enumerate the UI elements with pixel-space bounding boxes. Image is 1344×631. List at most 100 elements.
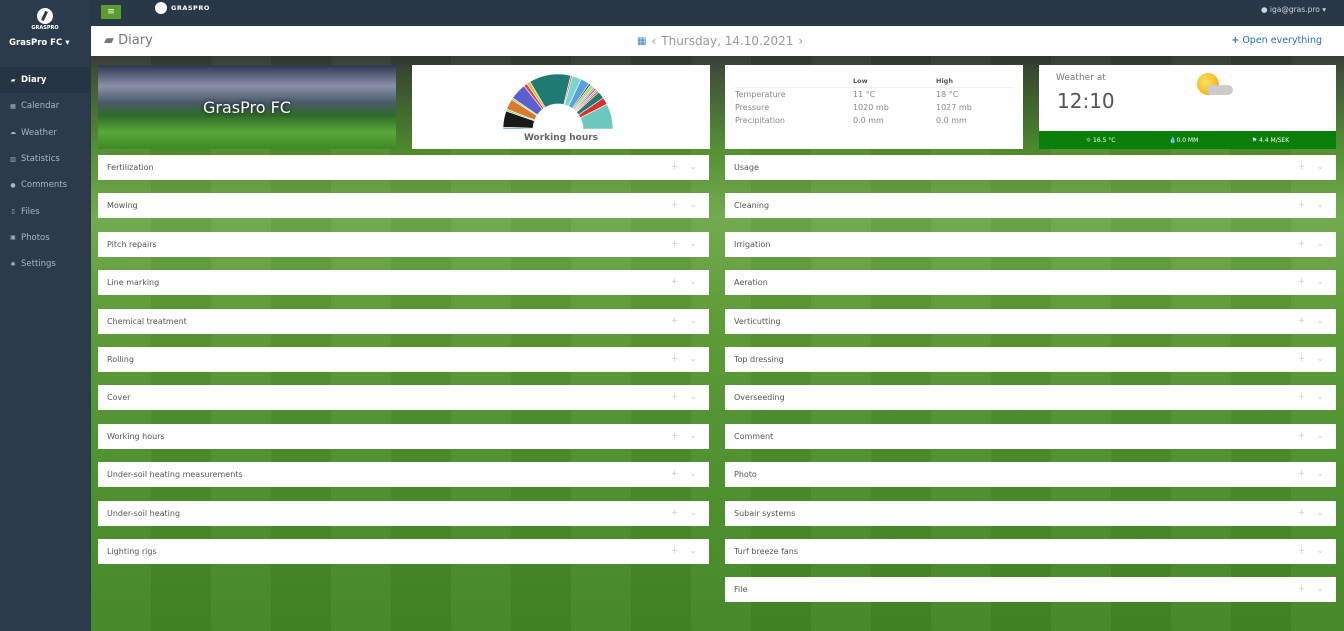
sidebar-item-weather[interactable]: ☁ Weather bbox=[0, 120, 90, 146]
next-day-button[interactable]: › bbox=[798, 34, 803, 48]
open-everything-button[interactable]: + Open everything bbox=[1231, 35, 1322, 46]
chevron-down-icon[interactable]: ⌄ bbox=[1316, 508, 1324, 518]
add-icon[interactable]: + bbox=[1298, 162, 1306, 172]
panel-under-soil-heating[interactable]: Under-soil heating + ⌄ bbox=[98, 500, 709, 526]
calendar-icon[interactable]: ▦ bbox=[637, 36, 646, 47]
user-menu[interactable]: ● iga@gras.pro ▾ bbox=[1261, 5, 1326, 14]
add-icon[interactable]: + bbox=[671, 431, 679, 441]
add-icon[interactable]: + bbox=[671, 277, 679, 287]
chevron-down-icon[interactable]: ⌄ bbox=[1316, 239, 1324, 249]
chevron-down-icon[interactable]: ⌄ bbox=[1316, 584, 1324, 594]
chevron-down-icon[interactable]: ⌄ bbox=[1316, 277, 1324, 287]
weather-time: 12:10 bbox=[1057, 89, 1115, 113]
temperature-stat: ☼ 16.5 °C bbox=[1085, 136, 1116, 144]
panel-working-hours[interactable]: Working hours + ⌄ bbox=[98, 423, 709, 449]
table-row: Precipitation 0.0 mm 0.0 mm bbox=[735, 116, 967, 125]
panel-overseeding[interactable]: Overseeding + ⌄ bbox=[725, 385, 1336, 411]
panel-pitch-repairs[interactable]: Pitch repairs + ⌄ bbox=[98, 231, 709, 257]
chevron-down-icon[interactable]: ⌄ bbox=[1316, 392, 1324, 402]
chevron-down-icon[interactable]: ⌄ bbox=[689, 392, 697, 402]
panel-turf-breeze-fans[interactable]: Turf breeze fans + ⌄ bbox=[725, 539, 1336, 564]
calendar-icon: ▦ bbox=[10, 102, 16, 110]
current-date[interactable]: Thursday, 14.10.2021 bbox=[661, 34, 793, 48]
add-icon[interactable]: + bbox=[671, 546, 679, 556]
panel-line-marking[interactable]: Line marking + ⌄ bbox=[98, 270, 709, 296]
chevron-down-icon[interactable]: ⌄ bbox=[689, 162, 697, 172]
panel-aeration[interactable]: Aeration + ⌄ bbox=[725, 270, 1336, 296]
add-icon[interactable]: + bbox=[1298, 354, 1306, 364]
panel-under-soil-heating-measurements[interactable]: Under-soil heating measurements + ⌄ bbox=[98, 462, 709, 488]
panel-lighting-rigs[interactable]: Lighting rigs + ⌄ bbox=[98, 539, 709, 564]
table-row: Temperature 11 °C 18 °C bbox=[735, 90, 959, 99]
add-icon[interactable]: + bbox=[1298, 277, 1306, 287]
add-icon[interactable]: + bbox=[1298, 316, 1306, 326]
add-icon[interactable]: + bbox=[671, 200, 679, 210]
add-icon[interactable]: + bbox=[1298, 584, 1306, 594]
panel-chemical-treatment[interactable]: Chemical treatment + ⌄ bbox=[98, 308, 709, 334]
panel-verticutting[interactable]: Verticutting + ⌄ bbox=[725, 308, 1336, 334]
panel-cover[interactable]: Cover + ⌄ bbox=[98, 385, 709, 411]
club-selector[interactable]: GrasPro FC ▾ bbox=[9, 38, 69, 48]
panel-file[interactable]: File + ⌄ bbox=[725, 577, 1336, 603]
panel-subair-systems[interactable]: Subair systems + ⌄ bbox=[725, 500, 1336, 526]
add-icon[interactable]: + bbox=[1298, 469, 1306, 479]
gear-icon: ✱ bbox=[10, 260, 16, 268]
chevron-down-icon[interactable]: ⌄ bbox=[1316, 546, 1324, 556]
prev-day-button[interactable]: ‹ bbox=[651, 34, 656, 48]
chevron-down-icon[interactable]: ⌄ bbox=[1316, 354, 1324, 364]
working-hours-chart[interactable]: Working hours bbox=[412, 65, 710, 149]
working-hours-donut bbox=[502, 73, 614, 130]
chevron-down-icon[interactable]: ⌄ bbox=[1316, 200, 1324, 210]
add-icon[interactable]: + bbox=[1298, 546, 1306, 556]
chevron-down-icon[interactable]: ⌄ bbox=[689, 316, 697, 326]
add-icon[interactable]: + bbox=[671, 354, 679, 364]
add-icon[interactable]: + bbox=[671, 162, 679, 172]
panel-mowing[interactable]: Mowing + ⌄ bbox=[98, 193, 709, 219]
club-banner: GrasPro FC bbox=[98, 65, 396, 149]
sidebar-item-files[interactable]: ▯ Files bbox=[0, 198, 90, 224]
add-icon[interactable]: + bbox=[671, 469, 679, 479]
add-icon[interactable]: + bbox=[1298, 392, 1306, 402]
panel-irrigation[interactable]: Irrigation + ⌄ bbox=[725, 231, 1336, 257]
weather-widget: Weather at 12:10 ☼ 16.5 °C 💧0.0 MM ⚑ 4.4… bbox=[1039, 65, 1336, 149]
menu-toggle-button[interactable]: ≡ bbox=[101, 5, 121, 19]
panel-rolling[interactable]: Rolling + ⌄ bbox=[98, 347, 709, 372]
add-icon[interactable]: + bbox=[1298, 431, 1306, 441]
chevron-down-icon[interactable]: ⌄ bbox=[1316, 469, 1324, 479]
add-icon[interactable]: + bbox=[1298, 239, 1306, 249]
panel-photo[interactable]: Photo + ⌄ bbox=[725, 462, 1336, 488]
add-icon[interactable]: + bbox=[1298, 200, 1306, 210]
panel-comment[interactable]: Comment + ⌄ bbox=[725, 423, 1336, 449]
add-icon[interactable]: + bbox=[671, 239, 679, 249]
sidebar-item-statistics[interactable]: ▥ Statistics bbox=[0, 146, 90, 172]
chevron-down-icon[interactable]: ⌄ bbox=[689, 508, 697, 518]
chevron-down-icon[interactable]: ⌄ bbox=[1316, 431, 1324, 441]
add-icon[interactable]: + bbox=[1298, 508, 1306, 518]
chevron-down-icon[interactable]: ⌄ bbox=[689, 277, 697, 287]
chevron-down-icon[interactable]: ⌄ bbox=[689, 469, 697, 479]
chevron-down-icon[interactable]: ⌄ bbox=[689, 354, 697, 364]
sidebar-item-comments[interactable]: ● Comments bbox=[0, 172, 90, 198]
chevron-down-icon[interactable]: ⌄ bbox=[689, 431, 697, 441]
panel-top-dressing[interactable]: Top dressing + ⌄ bbox=[725, 347, 1336, 372]
add-icon[interactable]: + bbox=[671, 508, 679, 518]
add-icon[interactable]: + bbox=[671, 392, 679, 402]
date-navigator: ▦ ‹ Thursday, 14.10.2021 › bbox=[637, 34, 803, 48]
panel-cleaning[interactable]: Cleaning + ⌄ bbox=[725, 193, 1336, 219]
chevron-down-icon[interactable]: ⌄ bbox=[689, 546, 697, 556]
chevron-down-icon[interactable]: ⌄ bbox=[689, 200, 697, 210]
chevron-down-icon[interactable]: ⌄ bbox=[1316, 316, 1324, 326]
chevron-down-icon[interactable]: ⌄ bbox=[689, 239, 697, 249]
page-header: ▰ Diary ▦ ‹ Thursday, 14.10.2021 › + Ope… bbox=[91, 26, 1344, 56]
sidebar-item-settings[interactable]: ✱ Settings bbox=[0, 251, 90, 277]
add-icon[interactable]: + bbox=[671, 316, 679, 326]
chevron-down-icon[interactable]: ⌄ bbox=[1316, 162, 1324, 172]
book-icon: ▰ bbox=[10, 76, 16, 84]
sidebar-item-calendar[interactable]: ▦ Calendar bbox=[0, 93, 90, 119]
panel-usage[interactable]: Usage + ⌄ bbox=[725, 155, 1336, 180]
table-row: Pressure 1020 mb 1027 mb bbox=[735, 103, 972, 112]
sidebar-item-photos[interactable]: ▣ Photos bbox=[0, 225, 90, 251]
panel-fertilization[interactable]: Fertilization + ⌄ bbox=[98, 155, 709, 180]
image-icon: ▣ bbox=[10, 234, 16, 242]
sidebar-item-diary[interactable]: ▰ Diary bbox=[0, 67, 90, 94]
